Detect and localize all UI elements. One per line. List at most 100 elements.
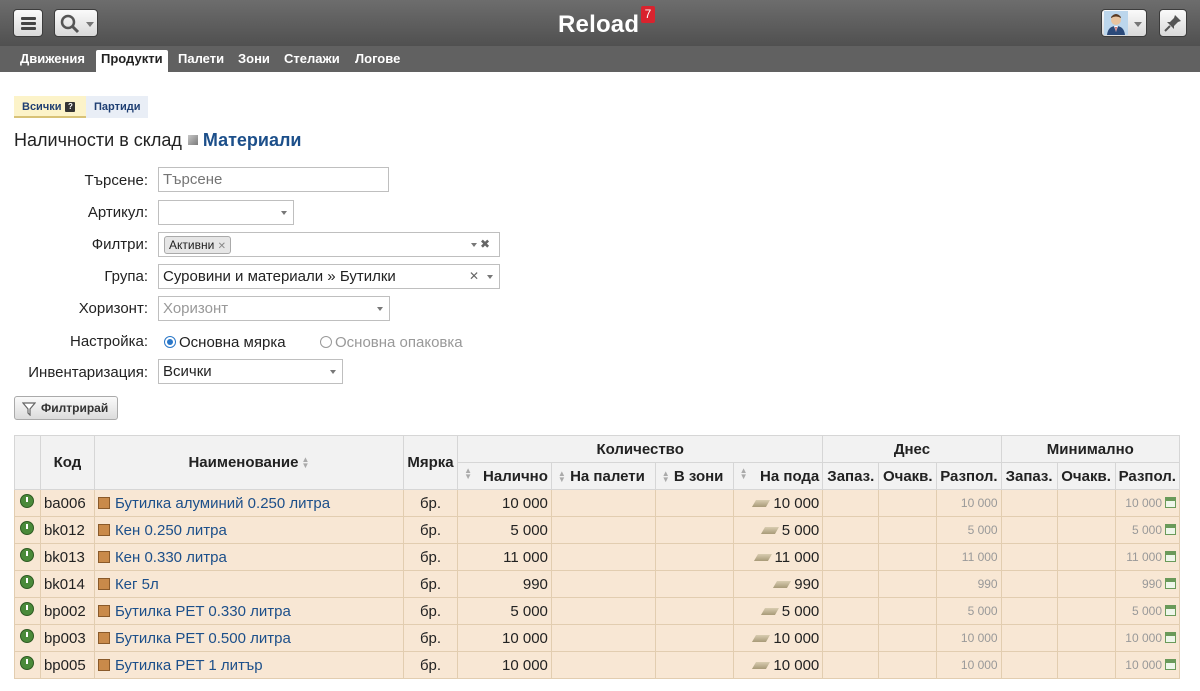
unit-cell: бр.	[403, 624, 459, 652]
min-expected-cell	[1056, 651, 1116, 679]
min-expected-cell	[1056, 597, 1116, 625]
in-zones-cell	[654, 516, 734, 544]
product-link[interactable]: Бутилка алуминий 0.250 литра	[115, 495, 330, 512]
menu-button[interactable]	[13, 9, 43, 37]
unit-cell: бр.	[403, 570, 459, 598]
history-icon[interactable]	[20, 602, 35, 616]
inventory-value: Всички	[163, 363, 212, 380]
filter-button-label: Филтрирай	[41, 401, 109, 415]
available-cell: 990	[457, 570, 552, 598]
pin-icon	[1164, 15, 1181, 32]
history-icon[interactable]	[20, 656, 35, 670]
name-cell: Бутилка PET 0.500 литра	[93, 624, 405, 652]
min-disposable-cell: 10 000	[1114, 651, 1181, 679]
horizon-select[interactable]: Хоризонт	[158, 296, 390, 321]
avatar	[1104, 11, 1128, 35]
calendar-icon[interactable]	[1165, 605, 1176, 616]
header-in-zones[interactable]: ▲ ▼ В зони	[654, 462, 734, 490]
calendar-icon[interactable]	[1165, 551, 1176, 562]
remove-chip-icon[interactable]: ✕	[218, 241, 226, 252]
product-link[interactable]: Кен 0.330 литра	[115, 549, 227, 566]
header-name[interactable]: Наименование ▲ ▼	[93, 435, 405, 490]
calendar-icon[interactable]	[1165, 659, 1176, 670]
history-cell[interactable]	[14, 516, 41, 544]
nav-products[interactable]: Продукти	[96, 50, 168, 72]
filter-button[interactable]: Филтрирай	[14, 396, 118, 420]
history-icon[interactable]	[20, 548, 35, 562]
on-floor-cell: 11 000	[732, 543, 824, 571]
sort-icon[interactable]: ▲ ▼	[464, 466, 472, 480]
search-button[interactable]	[54, 9, 98, 37]
min-disposable-cell: 990	[1114, 570, 1181, 598]
user-menu-button[interactable]	[1101, 9, 1147, 37]
tab-all[interactable]: Всички?	[14, 96, 86, 118]
header-available[interactable]: ▲ ▼ Налично	[457, 462, 552, 490]
radio-base-package[interactable]: Основна опаковка	[320, 334, 463, 351]
min-reserved-cell	[1000, 543, 1058, 571]
min-expected-cell	[1056, 516, 1116, 544]
nav-racks[interactable]: Стелажи	[279, 50, 345, 72]
nav-logs[interactable]: Логове	[350, 50, 405, 72]
name-cell: Кен 0.250 литра	[93, 516, 405, 544]
product-icon	[97, 496, 110, 509]
page-title-prefix: Наличности в склад	[14, 130, 182, 150]
clear-icon[interactable]: ✖	[480, 233, 490, 256]
chevron-down-icon	[86, 22, 94, 27]
sort-icon[interactable]: ▲ ▼	[302, 456, 310, 470]
product-link[interactable]: Бутилка PET 0.500 литра	[115, 630, 291, 647]
calendar-icon[interactable]	[1165, 632, 1176, 643]
product-link[interactable]: Бутилка PET 0.330 литра	[115, 603, 291, 620]
inventory-select[interactable]: Всички	[158, 359, 343, 384]
nav-zones[interactable]: Зони	[233, 50, 275, 72]
history-icon[interactable]	[20, 521, 35, 535]
help-icon[interactable]: ?	[65, 102, 76, 113]
product-link[interactable]: Кен 0.250 литра	[115, 522, 227, 539]
in-zones-cell	[654, 597, 734, 625]
on-pallets-cell	[550, 570, 656, 598]
radio-base-unit[interactable]: Основна мярка	[164, 334, 286, 351]
table-row: bp002 Бутилка PET 0.330 литра бр. 5 000 5 00…	[14, 597, 1181, 625]
history-cell[interactable]	[14, 651, 41, 679]
clear-icon[interactable]: ✕	[469, 265, 479, 288]
horizon-label: Хоризонт:	[78, 300, 148, 317]
header-name-label: Наименование	[188, 454, 299, 471]
article-select[interactable]	[158, 200, 294, 225]
calendar-icon[interactable]	[1165, 578, 1176, 589]
group-select[interactable]: Суровини и материали » Бутилки ✕	[158, 264, 500, 289]
product-icon	[97, 604, 110, 617]
min-disposable-value: 10 000	[1125, 658, 1162, 672]
calendar-icon[interactable]	[1165, 524, 1176, 535]
history-cell[interactable]	[14, 597, 41, 625]
search-input[interactable]	[158, 167, 389, 192]
pin-button[interactable]	[1159, 9, 1187, 37]
history-icon[interactable]	[20, 629, 35, 643]
product-link[interactable]: Кег 5л	[115, 576, 159, 593]
notification-badge[interactable]: 7	[641, 6, 655, 23]
name-cell: Кег 5л	[93, 570, 405, 598]
sort-icon[interactable]: ▲ ▼	[662, 469, 670, 483]
table-row: bk014 Кег 5л бр. 990 990 990 990	[14, 570, 1181, 598]
sort-icon[interactable]: ▲ ▼	[740, 466, 748, 480]
history-icon[interactable]	[20, 494, 35, 508]
on-floor-value: 10 000	[773, 494, 820, 512]
store-link[interactable]: Материали	[203, 130, 302, 150]
history-cell[interactable]	[14, 543, 41, 571]
filter-chip-active[interactable]: Активни ✕	[164, 236, 232, 254]
filters-select[interactable]: Активни ✕ ✖	[158, 232, 500, 257]
horizon-placeholder: Хоризонт	[163, 300, 229, 317]
tab-batches[interactable]: Партиди	[86, 96, 148, 118]
nav-pallets[interactable]: Палети	[173, 50, 229, 72]
history-cell[interactable]	[14, 624, 41, 652]
sort-icon[interactable]: ▲ ▼	[558, 469, 566, 483]
header-on-pallets[interactable]: ▲ ▼ На палети	[550, 462, 656, 490]
product-link[interactable]: Бутилка PET 1 литър	[115, 657, 263, 674]
header-on-floor[interactable]: ▲ ▼ На пода	[732, 462, 824, 490]
in-zones-cell	[654, 651, 734, 679]
calendar-icon[interactable]	[1165, 497, 1176, 508]
name-cell: Бутилка PET 1 литър	[93, 651, 405, 679]
header-on-floor-label: На пода	[760, 467, 820, 485]
history-cell[interactable]	[14, 570, 41, 598]
nav-movements[interactable]: Движения	[15, 50, 90, 72]
history-cell[interactable]	[14, 489, 41, 517]
history-icon[interactable]	[20, 575, 35, 589]
